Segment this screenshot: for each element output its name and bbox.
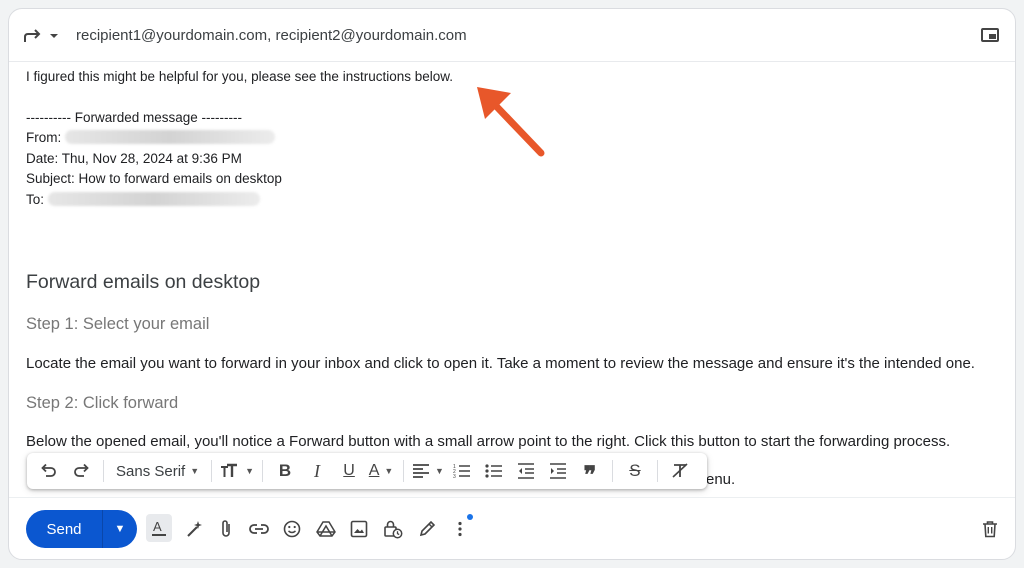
toolbar-separator bbox=[103, 460, 104, 482]
confidential-mode-button[interactable] bbox=[381, 517, 405, 541]
caret-down-icon: ▼ bbox=[435, 466, 444, 476]
redo-button[interactable] bbox=[67, 457, 95, 485]
undo-button[interactable] bbox=[35, 457, 63, 485]
redo-icon bbox=[74, 463, 89, 477]
paperclip-icon bbox=[222, 520, 230, 537]
indent-more-icon bbox=[549, 463, 566, 479]
toolbar-separator bbox=[262, 460, 264, 482]
insert-emoji-button[interactable] bbox=[280, 517, 304, 541]
magic-wand-icon bbox=[187, 521, 202, 537]
italic-button[interactable]: I bbox=[303, 457, 331, 485]
caret-down-icon: ▼ bbox=[384, 466, 394, 476]
send-button[interactable]: Send bbox=[26, 510, 102, 548]
underline-button[interactable]: U bbox=[335, 457, 363, 485]
caret-down-icon: ▼ bbox=[114, 523, 126, 535]
image-icon bbox=[350, 520, 368, 538]
numbered-list-button[interactable]: 123 bbox=[448, 457, 476, 485]
bulleted-list-icon bbox=[485, 464, 502, 478]
redacted-sender bbox=[65, 130, 276, 145]
font-family-select[interactable]: Sans Serif ▼ bbox=[112, 457, 203, 485]
toolbar-separator bbox=[611, 460, 613, 482]
more-vert-icon bbox=[458, 521, 462, 537]
align-button[interactable]: ▼ bbox=[412, 457, 444, 485]
font-size-button[interactable]: ▼ bbox=[220, 457, 254, 485]
insert-link-button[interactable] bbox=[247, 517, 271, 541]
numbered-list-icon: 123 bbox=[453, 464, 470, 479]
lock-clock-icon bbox=[384, 520, 403, 539]
font-family-value: Sans Serif bbox=[116, 462, 186, 480]
bold-button[interactable]: B bbox=[271, 457, 299, 485]
trash-icon bbox=[983, 521, 997, 538]
bold-icon: B bbox=[278, 461, 292, 480]
remove-formatting-button[interactable] bbox=[666, 457, 694, 485]
forward-arrow-icon bbox=[24, 29, 41, 42]
discard-draft-button[interactable] bbox=[978, 517, 1002, 541]
caret-down-icon bbox=[50, 34, 58, 38]
attach-file-button[interactable] bbox=[214, 517, 238, 541]
step2-title: Step 2: Click forward bbox=[26, 394, 179, 412]
quote-icon: ❞ bbox=[583, 461, 597, 489]
notification-dot bbox=[467, 514, 473, 520]
toolbar-separator bbox=[403, 460, 405, 482]
svg-text:3: 3 bbox=[453, 474, 456, 479]
insert-signature-button[interactable] bbox=[415, 517, 439, 541]
more-options-button[interactable] bbox=[448, 517, 472, 541]
from-label: From: bbox=[26, 130, 62, 146]
indent-less-icon bbox=[517, 463, 534, 479]
quote-button[interactable]: ❞ bbox=[576, 453, 604, 489]
partial-text: enu. bbox=[706, 471, 736, 488]
align-left-icon bbox=[413, 464, 430, 478]
ai-write-button[interactable] bbox=[182, 517, 206, 541]
step2-text: Below the opened email, you'll notice a … bbox=[26, 433, 951, 450]
send-options-button[interactable]: ▼ bbox=[103, 510, 137, 548]
compose-header: recipient1@yourdomain.com, recipient2@yo… bbox=[9, 9, 1015, 62]
formatting-options-button[interactable]: A bbox=[146, 514, 172, 542]
send-button-group: Send ▼ bbox=[26, 510, 137, 548]
undo-icon bbox=[41, 463, 56, 477]
italic-icon: I bbox=[314, 460, 321, 481]
forward-type-button[interactable] bbox=[23, 25, 61, 47]
text-color-icon: A bbox=[368, 462, 380, 479]
indent-less-button[interactable] bbox=[512, 457, 540, 485]
emoji-icon bbox=[283, 520, 301, 538]
annotation-arrow bbox=[477, 87, 545, 157]
remove-formatting-icon bbox=[672, 463, 688, 478]
formatting-toolbar: Sans Serif ▼ ▼ B I U A ▼ ▼ 123 ❞ S bbox=[27, 453, 707, 489]
step1-title: Step 1: Select your email bbox=[26, 315, 210, 333]
drive-icon bbox=[316, 521, 336, 537]
to-label: To: bbox=[26, 191, 45, 207]
strikethrough-button[interactable]: S bbox=[621, 457, 649, 485]
caret-down-icon: ▼ bbox=[190, 466, 200, 476]
insert-drive-button[interactable] bbox=[314, 517, 338, 541]
underline-icon: U bbox=[343, 462, 355, 479]
toolbar-separator bbox=[656, 460, 658, 482]
link-icon bbox=[249, 524, 269, 534]
toolbar-separator bbox=[211, 460, 213, 482]
content-heading: Forward emails on desktop bbox=[26, 271, 261, 293]
step1-text: Locate the email you want to forward in … bbox=[26, 355, 975, 372]
text-size-icon bbox=[221, 463, 238, 477]
insert-photo-button[interactable] bbox=[347, 517, 371, 541]
text-color-button[interactable]: A ▼ bbox=[367, 457, 395, 485]
popout-icon[interactable] bbox=[981, 28, 999, 42]
strikethrough-icon: S bbox=[629, 461, 641, 480]
pen-icon bbox=[419, 520, 436, 537]
recipients-field[interactable]: recipient1@yourdomain.com, recipient2@yo… bbox=[76, 27, 467, 44]
caret-down-icon: ▼ bbox=[245, 466, 255, 476]
to-line: To: bbox=[26, 190, 1005, 211]
compose-bottom-bar: Send ▼ A bbox=[9, 497, 1015, 559]
subject-line: Subject: How to forward emails on deskto… bbox=[26, 171, 282, 187]
text-format-icon: A bbox=[152, 519, 166, 536]
bulleted-list-button[interactable] bbox=[480, 457, 508, 485]
indent-more-button[interactable] bbox=[544, 457, 572, 485]
redacted-recipient bbox=[47, 191, 260, 206]
compose-window: recipient1@yourdomain.com, recipient2@yo… bbox=[8, 8, 1016, 560]
svg-text:A: A bbox=[153, 519, 162, 534]
